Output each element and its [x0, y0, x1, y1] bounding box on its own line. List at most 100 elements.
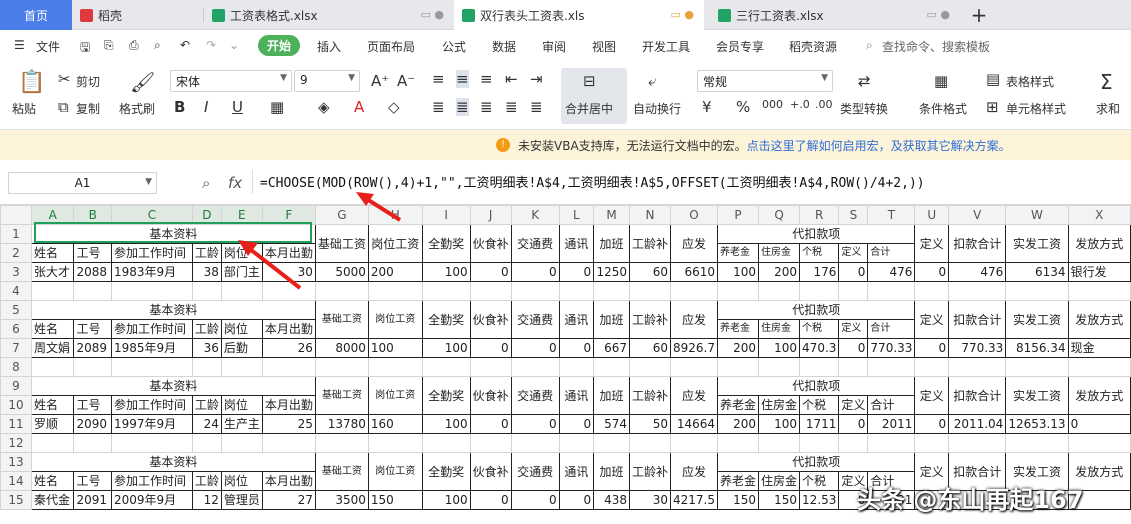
tab-file-3[interactable]: 三行工资表.xlsx ▭ ● — [710, 0, 960, 30]
header-cell[interactable]: 交通费 — [510, 376, 560, 415]
header-cell[interactable]: 工号 — [73, 319, 112, 339]
column-header-G[interactable]: G — [314, 205, 369, 225]
print-icon[interactable]: ⎙ — [129, 38, 139, 53]
data-cell-date[interactable]: 1997年9月 — [110, 414, 193, 434]
group-basic-info[interactable]: 基本资料 — [30, 224, 316, 244]
column-header-H[interactable]: H — [367, 205, 423, 225]
preview-icon[interactable]: ⌕ — [154, 38, 161, 53]
header-cell[interactable]: 基础工资 — [314, 224, 369, 263]
header-cell[interactable]: 伙食补 — [469, 376, 512, 415]
header-cell[interactable]: 定义 — [914, 224, 950, 263]
data-cell-days[interactable]: 30 — [261, 262, 316, 282]
empty-cell[interactable] — [314, 281, 369, 301]
data-cell-tax[interactable]: 1711 — [799, 414, 840, 434]
justify-icon[interactable]: ≣ — [505, 98, 518, 116]
border-icon[interactable]: ▦ — [270, 98, 284, 116]
empty-cell[interactable] — [261, 281, 316, 301]
header-cell[interactable]: 交通费 — [510, 300, 560, 339]
empty-cell[interactable] — [191, 433, 222, 453]
header-cell[interactable]: 岗位 — [220, 243, 263, 263]
header-cell[interactable]: 定义 — [838, 395, 869, 415]
header-cell[interactable]: 扣款合计 — [948, 376, 1007, 415]
header-cell[interactable]: 扣款合计 — [948, 224, 1007, 263]
empty-cell[interactable] — [510, 281, 560, 301]
data-cell-postpay[interactable]: 100 — [367, 338, 423, 358]
data-cell-comm[interactable]: 0 — [558, 262, 595, 282]
tab-file-2-active[interactable]: 双行表头工资表.xls ▭ ● — [454, 0, 704, 30]
data-cell-days[interactable]: 27 — [261, 490, 316, 510]
font-family-select[interactable]: 宋体 ▼ — [170, 70, 292, 92]
align-bottom-icon[interactable]: ≡ — [480, 70, 493, 88]
header-cell[interactable]: 工龄补 — [628, 376, 672, 415]
data-cell-def[interactable]: 0 — [838, 338, 869, 358]
column-header-K[interactable]: K — [510, 205, 560, 225]
font-grow-icon[interactable]: A⁺ — [371, 72, 389, 90]
column-header-E[interactable]: E — [220, 205, 263, 225]
row-header-2[interactable]: 2 — [0, 243, 32, 263]
header-cell[interactable]: 合计 — [867, 243, 916, 263]
header-cell[interactable]: 合计 — [867, 319, 916, 339]
row-header-7[interactable]: 7 — [0, 338, 32, 358]
column-header-C[interactable]: C — [110, 205, 193, 225]
empty-cell[interactable] — [30, 281, 75, 301]
column-header-W[interactable]: W — [1005, 205, 1069, 225]
column-header-B[interactable]: B — [73, 205, 112, 225]
data-cell-date[interactable]: 1985年9月 — [110, 338, 193, 358]
row-header-12[interactable]: 12 — [0, 433, 32, 453]
menu-dev-tools[interactable]: 开发工具 — [642, 38, 690, 55]
cell-style-button[interactable]: 单元格样式 — [1006, 100, 1066, 117]
empty-cell[interactable] — [469, 281, 512, 301]
header-cell[interactable]: 工龄补 — [628, 224, 672, 263]
data-cell-def2[interactable]: 0 — [914, 262, 950, 282]
empty-cell[interactable] — [1067, 281, 1131, 301]
header-cell[interactable]: 伙食补 — [469, 452, 512, 491]
empty-cell[interactable] — [758, 281, 801, 301]
data-cell-postpay[interactable]: 160 — [367, 414, 423, 434]
empty-cell[interactable] — [799, 433, 840, 453]
data-cell-total[interactable]: 476 — [867, 262, 916, 282]
data-cell-comm[interactable]: 0 — [558, 338, 595, 358]
empty-cell[interactable] — [421, 433, 471, 453]
empty-cell[interactable] — [1005, 433, 1069, 453]
data-cell-comm[interactable]: 0 — [558, 414, 595, 434]
group-deductions[interactable]: 代扣款项 — [717, 452, 916, 472]
data-cell-basic[interactable]: 3500 — [314, 490, 369, 510]
empty-cell[interactable] — [367, 357, 423, 377]
data-cell-traffic[interactable]: 0 — [510, 414, 560, 434]
number-format-select[interactable]: 常规 ▼ — [697, 70, 833, 92]
header-cell[interactable]: 工号 — [73, 395, 112, 415]
currency-icon[interactable]: ¥ — [702, 98, 712, 116]
data-cell-house[interactable]: 100 — [758, 414, 801, 434]
search-commands[interactable]: 查找命令、搜索模板 — [882, 38, 990, 55]
data-cell-comm[interactable]: 0 — [558, 490, 595, 510]
header-cell[interactable]: 定义 — [838, 243, 869, 263]
empty-cell[interactable] — [73, 281, 112, 301]
header-cell[interactable]: 实发工资 — [1005, 376, 1069, 415]
header-cell[interactable]: 岗位工资 — [367, 376, 423, 415]
empty-cell[interactable] — [717, 357, 760, 377]
align-middle-icon[interactable]: ≡ — [456, 70, 469, 88]
empty-cell[interactable] — [110, 433, 193, 453]
data-cell-post[interactable]: 生产主 — [220, 414, 263, 434]
empty-cell[interactable] — [593, 357, 630, 377]
header-cell[interactable]: 加班 — [593, 376, 630, 415]
empty-cell[interactable] — [1067, 433, 1131, 453]
data-cell-postpay[interactable]: 150 — [367, 490, 423, 510]
data-cell-due[interactable]: 6610 — [670, 262, 719, 282]
data-cell-full[interactable]: 100 — [421, 414, 471, 434]
empty-cell[interactable] — [314, 433, 369, 453]
empty-cell[interactable] — [421, 281, 471, 301]
export-icon[interactable]: ⎘ — [104, 38, 114, 53]
header-cell[interactable]: 姓名 — [30, 243, 75, 263]
menu-page-layout[interactable]: 页面布局 — [367, 38, 415, 55]
menu-member[interactable]: 会员专享 — [716, 38, 764, 55]
data-cell-years[interactable]: 24 — [191, 414, 222, 434]
header-cell[interactable]: 住房金 — [758, 471, 801, 491]
header-cell[interactable]: 养老金 — [717, 471, 760, 491]
data-cell-ot[interactable]: 1250 — [593, 262, 630, 282]
empty-cell[interactable] — [628, 357, 672, 377]
sigma-icon[interactable]: Σ — [1100, 70, 1113, 94]
empty-cell[interactable] — [367, 433, 423, 453]
data-cell-senior[interactable]: 60 — [628, 262, 672, 282]
wrap-text-button[interactable]: 自动换行 — [633, 100, 681, 117]
